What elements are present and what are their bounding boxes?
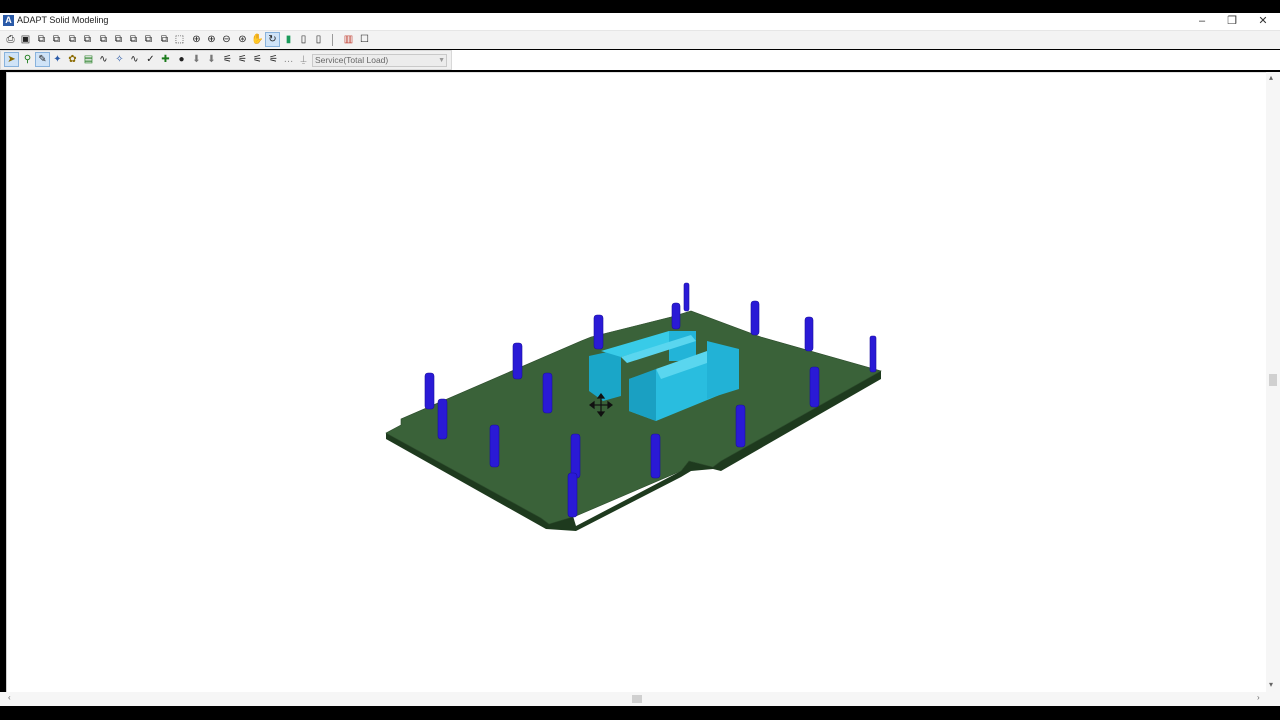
load-combination-select[interactable]: Service(Total Load) ▼ bbox=[312, 54, 447, 67]
reaction4-icon[interactable]: ⚟ bbox=[267, 53, 280, 66]
view-toolbar: ⎙ ▣ ⧉ ⧉ ⧉ ⧉ ⧉ ⧉ ⧉ ⧉ ⧉ ⬚ ⊕ ⊕ ⊖ ⊛ ✋ ↻ ▮ ▯ … bbox=[0, 31, 1280, 49]
section-icon[interactable]: ▯ bbox=[297, 33, 310, 46]
scroll-left-arrow[interactable]: ‹ bbox=[8, 693, 11, 702]
screen-bottom-edge bbox=[0, 706, 1280, 720]
vertical-scrollbar[interactable]: ▴ ▾ bbox=[1266, 72, 1280, 692]
horizontal-scroll-thumb[interactable] bbox=[632, 695, 642, 703]
camera-icon[interactable]: ▣ bbox=[19, 33, 32, 46]
node-icon[interactable]: ⚲ bbox=[21, 53, 34, 66]
reaction2-icon[interactable]: ⚟ bbox=[236, 53, 249, 66]
column[interactable] bbox=[869, 335, 877, 373]
minimize-button[interactable]: – bbox=[1187, 13, 1217, 29]
column[interactable] bbox=[570, 433, 581, 479]
stress2-icon[interactable]: ∿ bbox=[128, 53, 141, 66]
lock-icon[interactable]: ✿ bbox=[66, 53, 79, 66]
color-bar-icon[interactable]: ▮ bbox=[282, 33, 295, 46]
view-left-icon[interactable]: ⧉ bbox=[112, 33, 125, 46]
frame-icon[interactable]: ☐ bbox=[358, 33, 371, 46]
deflection-icon[interactable]: ∿ bbox=[97, 53, 110, 66]
pan-icon[interactable]: ✋ bbox=[251, 33, 264, 46]
column[interactable] bbox=[650, 433, 661, 479]
legend-icon[interactable]: ▥ bbox=[342, 33, 355, 46]
rotate-icon[interactable]: ↻ bbox=[265, 32, 280, 47]
edit-icon[interactable]: ✎ bbox=[35, 52, 50, 67]
column[interactable] bbox=[683, 282, 690, 312]
reaction-icon[interactable]: ⚟ bbox=[221, 53, 234, 66]
play-icon[interactable]: ● bbox=[175, 53, 188, 66]
display-icon[interactable]: ▤ bbox=[82, 53, 95, 66]
settings-icon[interactable]: ⍊ bbox=[297, 53, 310, 66]
window-title: ADAPT Solid Modeling bbox=[17, 15, 109, 25]
vertical-scroll-thumb[interactable] bbox=[1269, 374, 1277, 386]
blank-icon[interactable]: … bbox=[282, 53, 295, 66]
view-front-icon[interactable]: ⧉ bbox=[81, 33, 94, 46]
view-bottom-icon[interactable]: ⧉ bbox=[66, 33, 79, 46]
print-icon[interactable]: ⎙ bbox=[4, 33, 17, 46]
column[interactable] bbox=[809, 366, 820, 408]
zoom-in-icon[interactable]: ⊕ bbox=[205, 33, 218, 46]
restore-button[interactable]: ❐ bbox=[1217, 13, 1247, 29]
reaction3-icon[interactable]: ⚟ bbox=[251, 53, 264, 66]
title-bar: A ADAPT Solid Modeling – ❐ ✕ bbox=[0, 13, 1280, 31]
view-right-icon[interactable]: ⧉ bbox=[127, 33, 140, 46]
view-3d-icon[interactable]: ⧉ bbox=[35, 33, 48, 46]
column[interactable] bbox=[593, 314, 604, 350]
load-icon[interactable]: ⬇ bbox=[190, 53, 203, 66]
stress-icon[interactable]: ✧ bbox=[113, 53, 126, 66]
column[interactable] bbox=[750, 300, 760, 336]
scroll-down-arrow[interactable]: ▾ bbox=[1269, 680, 1273, 689]
view-top-icon[interactable]: ⧉ bbox=[50, 33, 63, 46]
check-icon[interactable]: ✓ bbox=[144, 53, 157, 66]
load-combination-value: Service(Total Load) bbox=[315, 55, 389, 65]
column[interactable] bbox=[512, 342, 523, 380]
model-canvas[interactable] bbox=[7, 73, 1267, 693]
zoom-out-icon[interactable]: ⊖ bbox=[220, 33, 233, 46]
column[interactable] bbox=[437, 398, 448, 440]
tendon-icon[interactable]: ✦ bbox=[51, 53, 64, 66]
column[interactable] bbox=[542, 372, 553, 414]
zoom-extents-icon[interactable]: ⊛ bbox=[236, 33, 249, 46]
toolbar-separator bbox=[332, 34, 333, 46]
view-back-icon[interactable]: ⧉ bbox=[97, 33, 110, 46]
column[interactable] bbox=[804, 316, 814, 352]
chevron-down-icon: ▼ bbox=[438, 57, 445, 64]
column[interactable] bbox=[567, 472, 578, 518]
app-icon: A bbox=[3, 15, 14, 26]
view-iso-icon[interactable]: ⧉ bbox=[142, 33, 155, 46]
column[interactable] bbox=[671, 302, 681, 330]
scroll-up-arrow[interactable]: ▴ bbox=[1269, 73, 1273, 82]
zoom-icon[interactable]: ⊕ bbox=[190, 33, 203, 46]
horizontal-scrollbar[interactable]: ‹ › bbox=[0, 692, 1280, 706]
column[interactable] bbox=[489, 424, 500, 468]
column[interactable] bbox=[424, 372, 435, 410]
panel-icon[interactable]: ▯ bbox=[312, 33, 325, 46]
zoom-window-icon[interactable]: ⬚ bbox=[173, 33, 186, 46]
analysis-toolbar: ➤ ⚲ ✎ ✦ ✿ ▤ ∿ ✧ ∿ ✓ ✚ ● ⬇ ⬇ ⚟ ⚟ ⚟ ⚟ … ⍊ … bbox=[0, 50, 452, 70]
model-viewport[interactable] bbox=[6, 72, 1267, 693]
toolbar-empty-area bbox=[452, 50, 1280, 70]
move-icon[interactable]: ✚ bbox=[159, 53, 172, 66]
screen-top-edge bbox=[0, 0, 1280, 13]
load-combo-icon[interactable]: ⬇ bbox=[205, 53, 218, 66]
view-iso2-icon[interactable]: ⧉ bbox=[158, 33, 171, 46]
column[interactable] bbox=[735, 404, 746, 448]
select-icon[interactable]: ➤ bbox=[4, 52, 19, 67]
close-button[interactable]: ✕ bbox=[1248, 13, 1278, 29]
scroll-right-arrow[interactable]: › bbox=[1257, 693, 1260, 702]
